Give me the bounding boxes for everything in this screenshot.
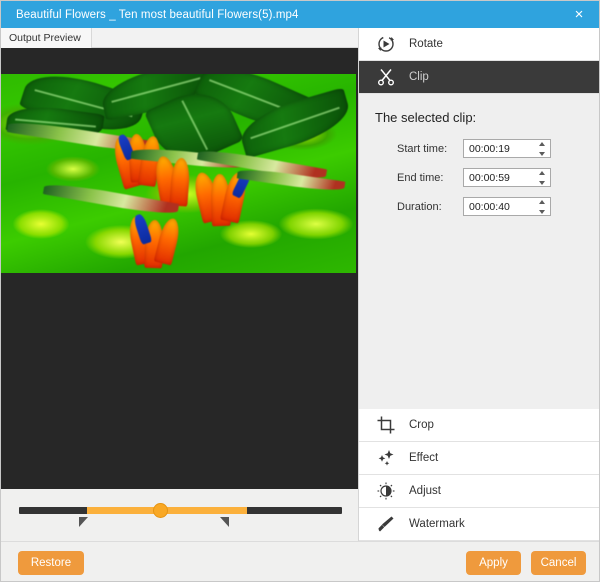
end-time-row: End time: bbox=[359, 168, 600, 187]
timeline-playhead[interactable] bbox=[153, 503, 168, 518]
tools-pane: Rotate Clip The selected clip: Start tim… bbox=[358, 28, 600, 541]
sidebar-item-label: Rotate bbox=[409, 38, 443, 50]
video-canvas[interactable] bbox=[1, 48, 358, 489]
end-time-label: End time: bbox=[397, 172, 463, 184]
trim-start-handle[interactable] bbox=[79, 517, 88, 527]
titlebar: Beautiful Flowers _ Ten most beautiful F… bbox=[1, 1, 600, 28]
sparkle-icon bbox=[375, 447, 397, 469]
sidebar-item-label: Clip bbox=[409, 71, 429, 83]
duration-spin-arrows[interactable] bbox=[539, 200, 545, 214]
start-time-label: Start time: bbox=[397, 143, 463, 155]
restore-button[interactable]: Restore bbox=[18, 551, 84, 575]
sidebar-item-label: Adjust bbox=[409, 485, 441, 497]
duration-label: Duration: bbox=[397, 201, 463, 213]
tab-output-preview[interactable]: Output Preview bbox=[1, 28, 92, 48]
video-editor-window: Beautiful Flowers _ Ten most beautiful F… bbox=[0, 0, 600, 582]
end-time-spin-arrows[interactable] bbox=[539, 171, 545, 185]
sidebar-item-label: Watermark bbox=[409, 518, 465, 530]
crop-icon bbox=[375, 414, 397, 436]
brush-icon bbox=[375, 513, 397, 535]
sidebar-item-crop[interactable]: Crop bbox=[359, 409, 600, 442]
tools-list-bottom: Crop Effect bbox=[359, 409, 600, 541]
sidebar-item-effect[interactable]: Effect bbox=[359, 442, 600, 475]
preview-pane: Output Preview bbox=[1, 28, 358, 541]
clip-settings-panel: The selected clip: Start time: End time:… bbox=[359, 94, 600, 399]
apply-button[interactable]: Apply bbox=[466, 551, 521, 575]
duration-row: Duration: bbox=[359, 197, 600, 216]
sidebar-item-clip[interactable]: Clip bbox=[359, 61, 600, 94]
duration-input[interactable] bbox=[469, 201, 531, 213]
scissors-icon bbox=[375, 66, 397, 88]
start-time-input[interactable] bbox=[469, 143, 531, 155]
start-time-row: Start time: bbox=[359, 139, 600, 158]
preview-tabbar: Output Preview bbox=[1, 28, 358, 48]
footer-bar: Restore Apply Cancel bbox=[1, 541, 600, 582]
timeline-track[interactable] bbox=[19, 507, 342, 514]
video-frame bbox=[1, 74, 356, 273]
sidebar-item-adjust[interactable]: Adjust bbox=[359, 475, 600, 508]
rotate-icon bbox=[375, 33, 397, 55]
start-time-stepper[interactable] bbox=[463, 139, 551, 158]
start-time-spin-arrows[interactable] bbox=[539, 142, 545, 156]
sidebar-item-rotate[interactable]: Rotate bbox=[359, 28, 600, 61]
duration-stepper[interactable] bbox=[463, 197, 551, 216]
trim-end-handle[interactable] bbox=[220, 517, 229, 527]
end-time-stepper[interactable] bbox=[463, 168, 551, 187]
close-icon[interactable]: × bbox=[557, 1, 600, 28]
sidebar-item-label: Crop bbox=[409, 419, 434, 431]
cancel-button[interactable]: Cancel bbox=[531, 551, 586, 575]
sidebar-item-watermark[interactable]: Watermark bbox=[359, 508, 600, 541]
end-time-input[interactable] bbox=[469, 172, 531, 184]
window-title: Beautiful Flowers _ Ten most beautiful F… bbox=[16, 9, 298, 21]
sidebar-item-label: Effect bbox=[409, 452, 438, 464]
brightness-icon bbox=[375, 480, 397, 502]
video-foliage bbox=[1, 74, 356, 273]
clip-panel-heading: The selected clip: bbox=[375, 110, 600, 125]
